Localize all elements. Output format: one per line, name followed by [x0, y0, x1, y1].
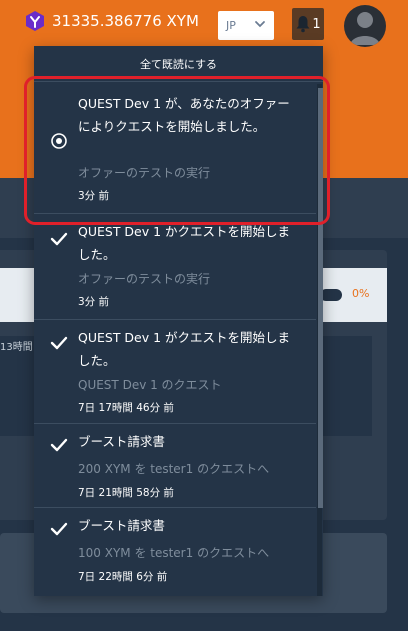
language-select[interactable]: JP — [218, 11, 274, 40]
notification-time: 7日 21時間 58分 前 — [78, 487, 174, 499]
notification-title: ブースト請求書 — [78, 518, 165, 533]
notification-subtitle: オファーのテストの実行 — [78, 272, 211, 286]
bell-icon — [296, 16, 310, 33]
notification-title: QUEST Dev 1 かクエストを開始しました。 — [78, 224, 291, 262]
elapsed-time-fragment: 13時間 — [0, 342, 33, 353]
notification-subtitle: 100 XYM を tester1 のクエストへ — [78, 546, 270, 560]
notification-title: QUEST Dev 1 がクエストを開始しました。 — [78, 330, 291, 368]
notification-item[interactable]: ブースト請求書 200 XYM を tester1 のクエストへ 7日 21時間… — [34, 424, 316, 508]
notification-subtitle: 200 XYM を tester1 のクエストへ — [78, 462, 270, 476]
notification-title: ブースト請求書 — [78, 434, 165, 449]
notifications-button[interactable]: 1 — [292, 8, 324, 40]
brand: 31335.386776 XYM — [24, 10, 199, 32]
progress-percent: 0% — [352, 287, 370, 300]
notification-time: 3分 前 — [78, 296, 110, 308]
notification-item[interactable]: QUEST Dev 1 かクエストを開始しました。 オファーのテストの実行 3分… — [34, 214, 316, 320]
highlight-outline — [24, 76, 330, 225]
check-icon — [50, 522, 68, 536]
check-icon — [50, 232, 68, 246]
notification-item[interactable]: QUEST Dev 1 がクエストを開始しました。 QUEST Dev 1 のク… — [34, 320, 316, 424]
language-value: JP — [226, 19, 236, 32]
symbol-logo-icon — [26, 11, 44, 31]
notification-count: 1 — [312, 16, 321, 32]
avatar[interactable] — [344, 5, 386, 47]
notification-time: 7日 22時間 6分 前 — [78, 571, 168, 583]
notification-item[interactable]: ブースト請求書 100 XYM を tester1 のクエストへ 7日 22時間… — [34, 508, 316, 596]
notification-subtitle: QUEST Dev 1 のクエスト — [78, 378, 222, 392]
wallet-balance: 31335.386776 XYM — [52, 12, 199, 30]
user-avatar-icon — [350, 12, 380, 45]
progress-bar — [320, 289, 342, 301]
check-icon — [50, 438, 68, 452]
chevron-down-icon — [255, 21, 265, 28]
notification-time: 7日 17時間 46分 前 — [78, 402, 174, 414]
check-icon — [50, 336, 68, 350]
